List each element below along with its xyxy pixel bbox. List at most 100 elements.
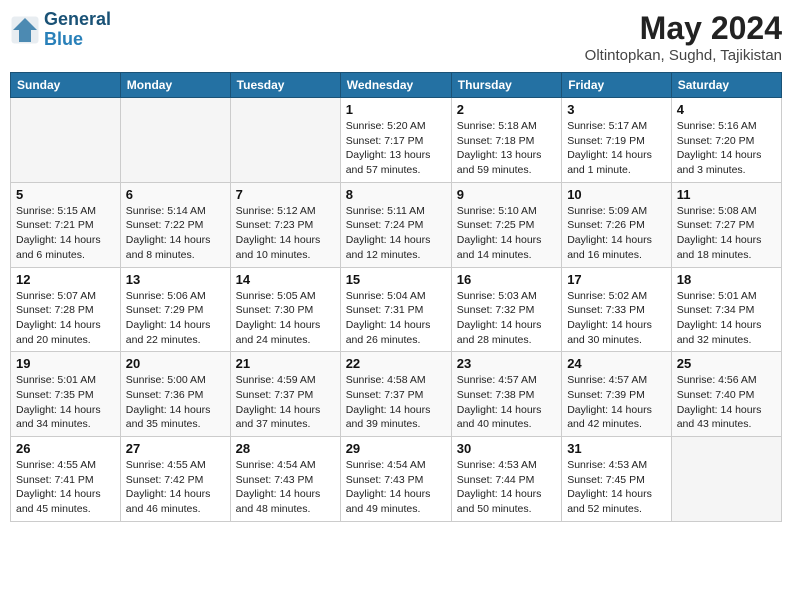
cell-info: Sunrise: 5:07 AM Sunset: 7:28 PM Dayligh…	[16, 289, 115, 348]
calendar-cell: 14 Sunrise: 5:05 AM Sunset: 7:30 PM Dayli…	[230, 267, 340, 352]
day-number: 26	[16, 441, 115, 456]
day-number: 9	[457, 187, 556, 202]
cell-info: Sunrise: 5:17 AM Sunset: 7:19 PM Dayligh…	[567, 119, 666, 178]
day-header-friday: Friday	[562, 73, 672, 98]
day-number: 6	[126, 187, 225, 202]
calendar-cell: 17 Sunrise: 5:02 AM Sunset: 7:33 PM Dayli…	[562, 267, 672, 352]
day-header-wednesday: Wednesday	[340, 73, 451, 98]
cell-info: Sunrise: 5:16 AM Sunset: 7:20 PM Dayligh…	[677, 119, 776, 178]
logo-text: General Blue	[44, 10, 111, 50]
cell-info: Sunrise: 5:05 AM Sunset: 7:30 PM Dayligh…	[236, 289, 335, 348]
day-number: 18	[677, 272, 776, 287]
cell-info: Sunrise: 4:54 AM Sunset: 7:43 PM Dayligh…	[346, 458, 446, 517]
day-number: 8	[346, 187, 446, 202]
cell-info: Sunrise: 4:55 AM Sunset: 7:41 PM Dayligh…	[16, 458, 115, 517]
location-title: Oltintopkan, Sughd, Tajikistan	[585, 47, 782, 64]
day-header-thursday: Thursday	[451, 73, 561, 98]
calendar-cell: 13 Sunrise: 5:06 AM Sunset: 7:29 PM Dayli…	[120, 267, 230, 352]
cell-info: Sunrise: 4:54 AM Sunset: 7:43 PM Dayligh…	[236, 458, 335, 517]
cell-info: Sunrise: 5:01 AM Sunset: 7:35 PM Dayligh…	[16, 373, 115, 432]
calendar-cell: 18 Sunrise: 5:01 AM Sunset: 7:34 PM Dayli…	[671, 267, 781, 352]
calendar-cell: 28Sunrise: 4:54 AM Sunset: 7:43 PM Dayli…	[230, 437, 340, 522]
cell-info: Sunrise: 5:15 AM Sunset: 7:21 PM Dayligh…	[16, 204, 115, 263]
calendar-cell: 23Sunrise: 4:57 AM Sunset: 7:38 PM Dayli…	[451, 352, 561, 437]
day-number: 2	[457, 102, 556, 117]
cell-info: Sunrise: 4:55 AM Sunset: 7:42 PM Dayligh…	[126, 458, 225, 517]
day-number: 17	[567, 272, 666, 287]
cell-info: Sunrise: 5:11 AM Sunset: 7:24 PM Dayligh…	[346, 204, 446, 263]
cell-info: Sunrise: 5:02 AM Sunset: 7:33 PM Dayligh…	[567, 289, 666, 348]
calendar-body: 1 Sunrise: 5:20 AM Sunset: 7:17 PM Daylig…	[11, 98, 782, 522]
day-number: 11	[677, 187, 776, 202]
calendar-cell: 1 Sunrise: 5:20 AM Sunset: 7:17 PM Daylig…	[340, 98, 451, 183]
day-number: 4	[677, 102, 776, 117]
calendar-cell: 19 Sunrise: 5:01 AM Sunset: 7:35 PM Dayli…	[11, 352, 121, 437]
calendar-cell: 22Sunrise: 4:58 AM Sunset: 7:37 PM Dayli…	[340, 352, 451, 437]
cell-info: Sunrise: 5:12 AM Sunset: 7:23 PM Dayligh…	[236, 204, 335, 263]
calendar-cell: 2Sunrise: 5:18 AM Sunset: 7:18 PM Daylig…	[451, 98, 561, 183]
calendar-cell: 30Sunrise: 4:53 AM Sunset: 7:44 PM Dayli…	[451, 437, 561, 522]
day-number: 7	[236, 187, 335, 202]
day-number: 12	[16, 272, 115, 287]
calendar-cell: 3 Sunrise: 5:17 AM Sunset: 7:19 PM Daylig…	[562, 98, 672, 183]
day-number: 20	[126, 356, 225, 371]
day-number: 1	[346, 102, 446, 117]
day-number: 14	[236, 272, 335, 287]
day-number: 13	[126, 272, 225, 287]
cell-info: Sunrise: 4:58 AM Sunset: 7:37 PM Dayligh…	[346, 373, 446, 432]
title-block: May 2024 Oltintopkan, Sughd, Tajikistan	[585, 10, 782, 64]
cell-info: Sunrise: 4:56 AM Sunset: 7:40 PM Dayligh…	[677, 373, 776, 432]
day-header-saturday: Saturday	[671, 73, 781, 98]
page-header: General Blue May 2024 Oltintopkan, Sughd…	[10, 10, 782, 64]
calendar-cell: 6 Sunrise: 5:14 AM Sunset: 7:22 PM Daylig…	[120, 182, 230, 267]
calendar-header-row: SundayMondayTuesdayWednesdayThursdayFrid…	[11, 73, 782, 98]
cell-info: Sunrise: 5:09 AM Sunset: 7:26 PM Dayligh…	[567, 204, 666, 263]
calendar-cell	[11, 98, 121, 183]
cell-info: Sunrise: 5:03 AM Sunset: 7:32 PM Dayligh…	[457, 289, 556, 348]
day-number: 29	[346, 441, 446, 456]
calendar-cell: 31 Sunrise: 4:53 AM Sunset: 7:45 PM Dayli…	[562, 437, 672, 522]
calendar-cell: 9 Sunrise: 5:10 AM Sunset: 7:25 PM Daylig…	[451, 182, 561, 267]
calendar-cell: 7 Sunrise: 5:12 AM Sunset: 7:23 PM Daylig…	[230, 182, 340, 267]
cell-info: Sunrise: 4:59 AM Sunset: 7:37 PM Dayligh…	[236, 373, 335, 432]
cell-info: Sunrise: 5:20 AM Sunset: 7:17 PM Dayligh…	[346, 119, 446, 178]
month-title: May 2024	[585, 10, 782, 47]
day-number: 10	[567, 187, 666, 202]
day-number: 3	[567, 102, 666, 117]
day-number: 31	[567, 441, 666, 456]
cell-info: Sunrise: 5:04 AM Sunset: 7:31 PM Dayligh…	[346, 289, 446, 348]
day-number: 25	[677, 356, 776, 371]
cell-info: Sunrise: 5:06 AM Sunset: 7:29 PM Dayligh…	[126, 289, 225, 348]
cell-info: Sunrise: 4:57 AM Sunset: 7:39 PM Dayligh…	[567, 373, 666, 432]
cell-info: Sunrise: 4:53 AM Sunset: 7:45 PM Dayligh…	[567, 458, 666, 517]
day-number: 21	[236, 356, 335, 371]
cell-info: Sunrise: 4:53 AM Sunset: 7:44 PM Dayligh…	[457, 458, 556, 517]
cell-info: Sunrise: 5:14 AM Sunset: 7:22 PM Dayligh…	[126, 204, 225, 263]
day-number: 24	[567, 356, 666, 371]
day-number: 23	[457, 356, 556, 371]
cell-info: Sunrise: 5:08 AM Sunset: 7:27 PM Dayligh…	[677, 204, 776, 263]
logo-icon	[10, 15, 40, 45]
calendar-cell: 10 Sunrise: 5:09 AM Sunset: 7:26 PM Dayli…	[562, 182, 672, 267]
calendar-cell: 16 Sunrise: 5:03 AM Sunset: 7:32 PM Dayli…	[451, 267, 561, 352]
day-number: 16	[457, 272, 556, 287]
calendar-week-5: 26 Sunrise: 4:55 AM Sunset: 7:41 PM Dayli…	[11, 437, 782, 522]
calendar-cell: 11 Sunrise: 5:08 AM Sunset: 7:27 PM Dayli…	[671, 182, 781, 267]
logo-line1: General	[44, 10, 111, 30]
calendar-cell: 20 Sunrise: 5:00 AM Sunset: 7:36 PM Dayli…	[120, 352, 230, 437]
day-header-tuesday: Tuesday	[230, 73, 340, 98]
calendar-week-4: 19 Sunrise: 5:01 AM Sunset: 7:35 PM Dayli…	[11, 352, 782, 437]
calendar-cell: 5Sunrise: 5:15 AM Sunset: 7:21 PM Daylig…	[11, 182, 121, 267]
day-number: 19	[16, 356, 115, 371]
cell-info: Sunrise: 5:00 AM Sunset: 7:36 PM Dayligh…	[126, 373, 225, 432]
cell-info: Sunrise: 5:10 AM Sunset: 7:25 PM Dayligh…	[457, 204, 556, 263]
cell-info: Sunrise: 5:01 AM Sunset: 7:34 PM Dayligh…	[677, 289, 776, 348]
calendar-cell: 25 Sunrise: 4:56 AM Sunset: 7:40 PM Dayli…	[671, 352, 781, 437]
calendar-cell: 26 Sunrise: 4:55 AM Sunset: 7:41 PM Dayli…	[11, 437, 121, 522]
calendar-week-1: 1 Sunrise: 5:20 AM Sunset: 7:17 PM Daylig…	[11, 98, 782, 183]
calendar-cell	[120, 98, 230, 183]
calendar-cell: 21 Sunrise: 4:59 AM Sunset: 7:37 PM Dayli…	[230, 352, 340, 437]
calendar-cell	[230, 98, 340, 183]
logo-line2: Blue	[44, 30, 111, 50]
day-number: 15	[346, 272, 446, 287]
